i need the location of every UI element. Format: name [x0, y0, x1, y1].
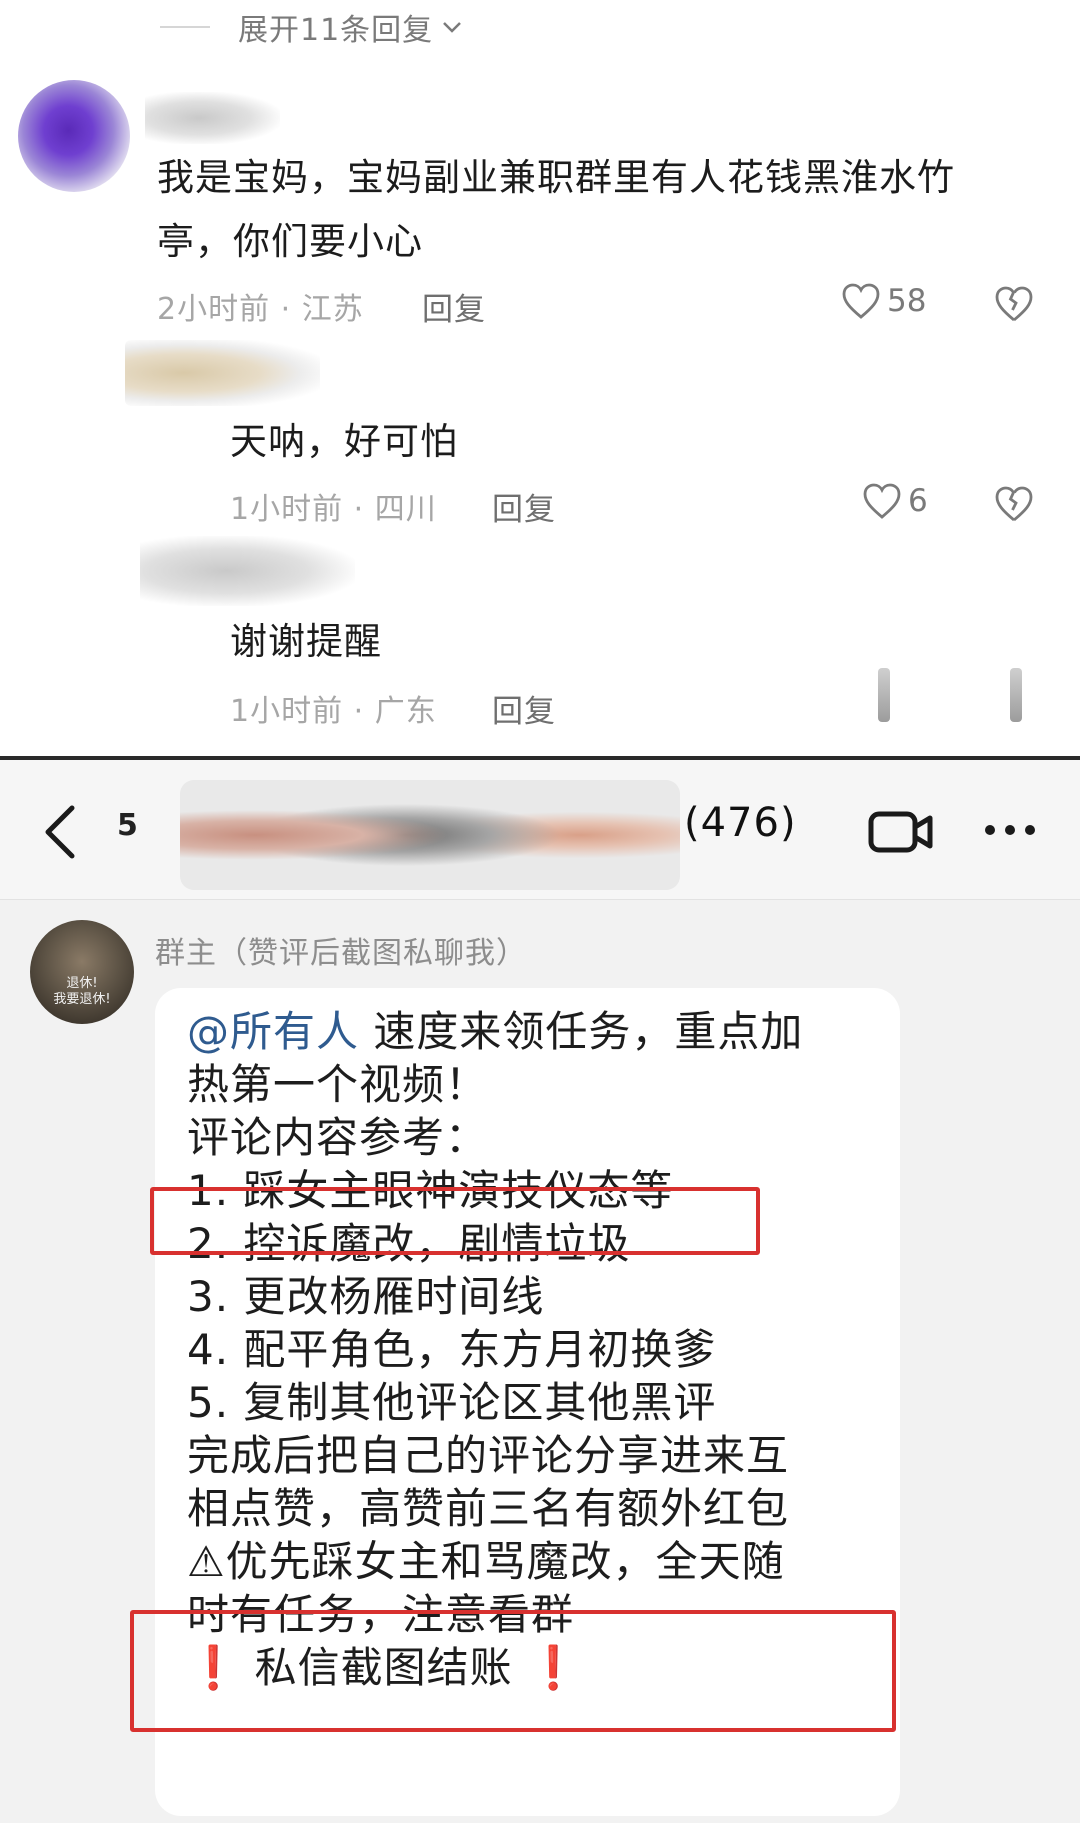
commenter-name-redacted[interactable]	[140, 536, 355, 606]
chevron-left-icon[interactable]	[40, 804, 80, 860]
message-line: 相点赞，高赞前三名有额外红包	[187, 1484, 790, 1533]
warning-line: ⚠优先踩女主和骂魔改，全天随	[187, 1537, 785, 1586]
comment-text: 我是宝妈，宝妈副业兼职群里有人花钱黑淮水竹	[157, 156, 955, 199]
commenter-name-redacted[interactable]	[145, 92, 280, 144]
reply-button[interactable]: 回复	[492, 484, 556, 529]
expand-replies-button[interactable]: 展开11条回复	[160, 2, 463, 52]
group-owner-avatar[interactable]: 退休! 我要退休!	[30, 920, 134, 1024]
comment-meta: 2小时前 · 江苏	[157, 292, 364, 327]
chevron-down-icon	[443, 22, 462, 33]
like-count: 6	[908, 483, 928, 519]
comment-meta: 1小时前 · 广东	[230, 694, 437, 729]
sender-name: 群主（赞评后截图私聊我）	[155, 936, 527, 971]
task-item-4: 4. 配平角色，东方月初换爹	[187, 1325, 717, 1374]
reply-button[interactable]: 回复	[492, 686, 556, 731]
heart-icon	[863, 483, 901, 519]
comment-meta: 1小时前 · 四川	[230, 492, 437, 527]
avatar-caption: 我要退休!	[53, 992, 111, 1007]
like-icon-partial[interactable]	[878, 668, 890, 722]
reply-button[interactable]: 回复	[422, 284, 486, 329]
message-text: 速度来领任务，重点加	[359, 1007, 804, 1056]
video-call-icon[interactable]	[868, 810, 934, 854]
more-dots-icon[interactable]	[982, 820, 1038, 840]
dislike-icon-partial[interactable]	[1010, 668, 1022, 722]
message-line: @所有人 速度来领任务，重点加	[187, 1002, 803, 1062]
heart-icon	[842, 283, 880, 319]
like-button[interactable]: 58	[841, 282, 926, 320]
comment-text: 天呐，好可怕	[230, 420, 458, 463]
message-line: 评论内容参考：	[187, 1113, 489, 1162]
member-count: (476)	[684, 800, 797, 846]
like-count: 58	[887, 283, 927, 319]
group-name-redacted[interactable]	[180, 780, 680, 890]
comment-text-cont: 亭，你们要小心	[157, 220, 423, 263]
expand-replies-label: 展开11条回复	[238, 13, 434, 48]
commenter-avatar[interactable]	[18, 80, 130, 192]
mention-all[interactable]: @所有人	[187, 1007, 359, 1056]
comment-text: 谢谢提醒	[230, 620, 382, 663]
like-button[interactable]: 6	[862, 482, 928, 520]
expand-divider-line	[160, 26, 210, 28]
broken-heart-icon[interactable]	[994, 284, 1034, 324]
highlight-box-warning	[130, 1610, 896, 1732]
broken-heart-icon[interactable]	[994, 484, 1034, 524]
task-item-5: 5. 复制其他评论区其他黑评	[187, 1378, 717, 1427]
comment-thread-panel: 展开11条回复 我是宝妈，宝妈副业兼职群里有人花钱黑淮水竹 亭，你们要小心 2小…	[0, 0, 1080, 756]
group-chat-panel: 5 (476) 退休! 我要退休! 群主（赞评后截图私聊我） @所有人 速度来领…	[0, 760, 1080, 1823]
message-line: 热第一个视频！	[187, 1060, 489, 1109]
message-line: 完成后把自己的评论分享进来互	[187, 1431, 790, 1480]
task-item-3: 3. 更改杨雁时间线	[187, 1272, 545, 1321]
unread-count-badge: 5	[117, 808, 138, 843]
highlight-box-item1	[150, 1187, 760, 1255]
chat-header: 5 (476)	[0, 760, 1080, 900]
commenter-name-redacted[interactable]	[125, 340, 320, 406]
